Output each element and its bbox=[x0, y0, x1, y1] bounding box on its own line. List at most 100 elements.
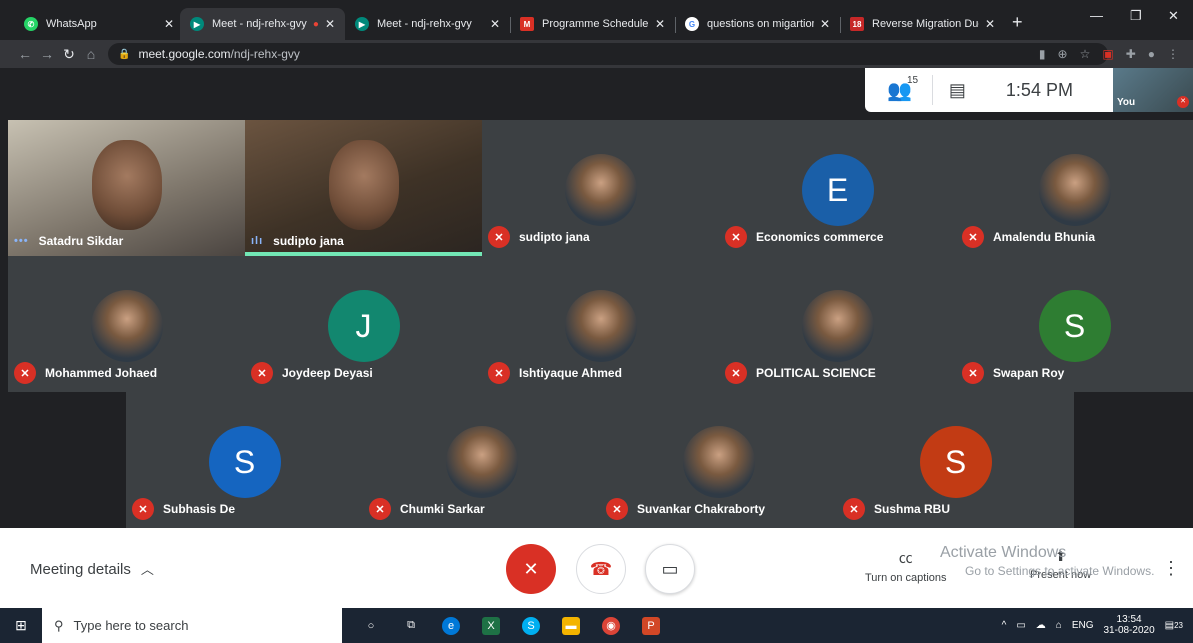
participant-tile[interactable]: ✕ Amalendu Bhunia bbox=[956, 120, 1193, 256]
maximize-button[interactable]: ❐ bbox=[1130, 8, 1142, 24]
participant-video bbox=[91, 140, 162, 230]
leave-call-button[interactable]: ☎ bbox=[576, 544, 626, 594]
participant-video bbox=[328, 140, 399, 230]
participant-tile[interactable]: ✕ POLITICAL SCIENCE bbox=[719, 256, 956, 392]
avatar bbox=[90, 290, 163, 362]
close-tab-icon[interactable]: ✕ bbox=[164, 17, 174, 31]
close-window-button[interactable]: ✕ bbox=[1168, 8, 1179, 24]
activate-windows-subtitle: Go to Settings to activate Windows. bbox=[965, 564, 1155, 578]
skype-icon[interactable]: S bbox=[522, 616, 540, 635]
url-field[interactable]: 🔒 meet.google.com/ndj-rehx-gvy bbox=[108, 43, 1108, 65]
meet-icon: ▶ bbox=[355, 17, 369, 31]
avatar: S bbox=[1038, 290, 1111, 362]
meeting-info-panel: 👥 15 ▤ 1:54 PM bbox=[865, 68, 1113, 112]
more-options-icon[interactable]: ⋮ bbox=[1162, 558, 1180, 579]
mic-off-icon: ✕ bbox=[369, 498, 391, 520]
edge-icon[interactable]: e bbox=[442, 616, 460, 635]
mic-off-icon: ✕ bbox=[843, 498, 865, 520]
recording-icon: ● bbox=[312, 18, 319, 30]
participant-tile[interactable]: ✕ Ishtiyaque Ahmed bbox=[482, 256, 719, 392]
puzzle-icon[interactable]: ✚ bbox=[1126, 47, 1136, 61]
home-icon[interactable]: ⌂ bbox=[80, 46, 102, 62]
forward-icon[interactable]: → bbox=[36, 46, 58, 62]
captions-icon: ㏄ bbox=[898, 550, 913, 566]
participant-tile[interactable]: ılı sudipto jana bbox=[245, 120, 482, 256]
participant-tile[interactable]: S ✕ Sushma RBU bbox=[837, 392, 1074, 528]
lock-icon: 🔒 bbox=[118, 48, 131, 60]
captions-button[interactable]: ㏄ Turn on captions bbox=[865, 548, 947, 584]
mute-button[interactable]: ✕ bbox=[506, 544, 556, 594]
profile-icon[interactable]: ● bbox=[1148, 47, 1155, 61]
tab-google[interactable]: G questions on migartion ✕ bbox=[675, 8, 841, 40]
extensions: ▮ ⊕ ☆ ▣ ✚ ● ⋮ bbox=[1039, 47, 1179, 61]
star-icon[interactable]: ☆ bbox=[1080, 47, 1091, 61]
excel-icon[interactable]: X bbox=[482, 616, 500, 635]
file-explorer-icon[interactable]: ▬ bbox=[562, 616, 580, 635]
tab-gmail[interactable]: M Programme Schedule a ✕ bbox=[510, 8, 676, 40]
tab-whatsapp[interactable]: ✆ WhatsApp ✕ bbox=[14, 8, 185, 40]
participant-grid: ••• Satadru Sikdar ılı sudipto jana ✕ sudip… bbox=[8, 120, 1193, 528]
google-icon: G bbox=[685, 17, 699, 31]
participant-tile[interactable]: S ✕ Subhasis De bbox=[126, 392, 363, 528]
self-view[interactable]: You ✕ bbox=[1113, 68, 1193, 112]
mic-off-icon: ✕ bbox=[14, 362, 36, 384]
mic-off-icon: ✕ bbox=[962, 362, 984, 384]
chrome-icon[interactable]: ◉ bbox=[602, 616, 620, 635]
activate-windows-watermark: Activate Windows bbox=[940, 544, 1067, 561]
meeting-details-button[interactable]: Meeting details ︿ bbox=[30, 559, 154, 578]
back-icon[interactable]: ← bbox=[14, 46, 36, 62]
taskbar-search[interactable]: ⚲ Type here to search bbox=[42, 608, 342, 643]
news18-icon: 18 bbox=[850, 17, 864, 31]
new-tab-button[interactable]: + bbox=[1012, 12, 1023, 33]
camera-icon: ▭ bbox=[661, 558, 679, 579]
pdf-icon[interactable]: ▣ bbox=[1102, 47, 1113, 61]
cortana-icon[interactable]: ○ bbox=[362, 617, 380, 635]
language-indicator[interactable]: ENG bbox=[1072, 620, 1094, 631]
battery-icon[interactable]: ▭ bbox=[1016, 620, 1025, 631]
participant-tile[interactable]: ✕ Mohammed Johaed bbox=[8, 256, 245, 392]
camera-button[interactable]: ▭ bbox=[645, 544, 695, 594]
powerpoint-icon[interactable]: P bbox=[642, 616, 660, 635]
close-tab-icon[interactable]: ✕ bbox=[490, 17, 500, 31]
zoom-icon[interactable]: ⊕ bbox=[1058, 47, 1068, 61]
meeting-controls: Meeting details ︿ ✕ ☎ ▭ ㏄ Turn on caption… bbox=[0, 528, 1193, 608]
participant-tile[interactable]: ••• Satadru Sikdar bbox=[8, 120, 245, 256]
participant-tile[interactable]: J ✕ Joydeep Deyasi bbox=[245, 256, 482, 392]
participant-tile[interactable]: ✕ Chumki Sarkar bbox=[363, 392, 600, 528]
close-tab-icon[interactable]: ✕ bbox=[325, 17, 335, 31]
avatar bbox=[1038, 154, 1111, 226]
mic-off-icon: ✕ bbox=[132, 498, 154, 520]
close-tab-icon[interactable]: ✕ bbox=[820, 17, 830, 31]
tab-meet-active[interactable]: ▶ Meet - ndj-rehx-gvy ● ✕ bbox=[180, 8, 345, 40]
avatar bbox=[564, 154, 637, 226]
avatar: S bbox=[208, 426, 281, 498]
avatar bbox=[445, 426, 518, 498]
camera-icon[interactable]: ▮ bbox=[1039, 47, 1046, 61]
mic-off-icon: ✕ bbox=[1177, 96, 1189, 108]
participant-tile[interactable]: ✕ Suvankar Chakraborty bbox=[600, 392, 837, 528]
close-tab-icon[interactable]: ✕ bbox=[985, 17, 995, 31]
windows-start-icon[interactable]: ⊞ bbox=[0, 617, 42, 634]
minimize-button[interactable]: — bbox=[1090, 8, 1103, 23]
tab-meet[interactable]: ▶ Meet - ndj-rehx-gvy ✕ bbox=[345, 8, 511, 40]
notifications-icon[interactable]: ▤23 bbox=[1165, 620, 1183, 631]
avatar: E bbox=[801, 154, 874, 226]
tray-up-icon[interactable]: ^ bbox=[1002, 620, 1007, 631]
task-view-icon[interactable]: ⧉ bbox=[402, 617, 420, 635]
clock[interactable]: 13:54 31-08-2020 bbox=[1103, 614, 1154, 636]
meeting-clock: 1:54 PM bbox=[1005, 79, 1073, 100]
participant-tile[interactable]: E ✕ Economics commerce bbox=[719, 120, 956, 256]
tab-news18[interactable]: 18 Reverse Migration Due ✕ bbox=[840, 8, 1005, 40]
address-bar: ← → ↻ ⌂ 🔒 meet.google.com/ndj-rehx-gvy ▮… bbox=[0, 40, 1193, 68]
participant-tile[interactable]: S ✕ Swapan Roy bbox=[956, 256, 1193, 392]
participant-tile[interactable]: ✕ sudipto jana bbox=[482, 120, 719, 256]
mic-off-icon: ✕ bbox=[725, 362, 747, 384]
network-icon[interactable]: ⌂ bbox=[1056, 620, 1062, 631]
menu-icon[interactable]: ⋮ bbox=[1167, 47, 1179, 61]
participants-icon[interactable]: 👥 15 bbox=[887, 75, 918, 103]
chat-icon[interactable]: ▤ bbox=[949, 80, 966, 101]
close-tab-icon[interactable]: ✕ bbox=[655, 17, 665, 31]
reload-icon[interactable]: ↻ bbox=[58, 46, 80, 63]
avatar bbox=[682, 426, 755, 498]
cloud-icon[interactable]: ☁ bbox=[1036, 620, 1046, 631]
